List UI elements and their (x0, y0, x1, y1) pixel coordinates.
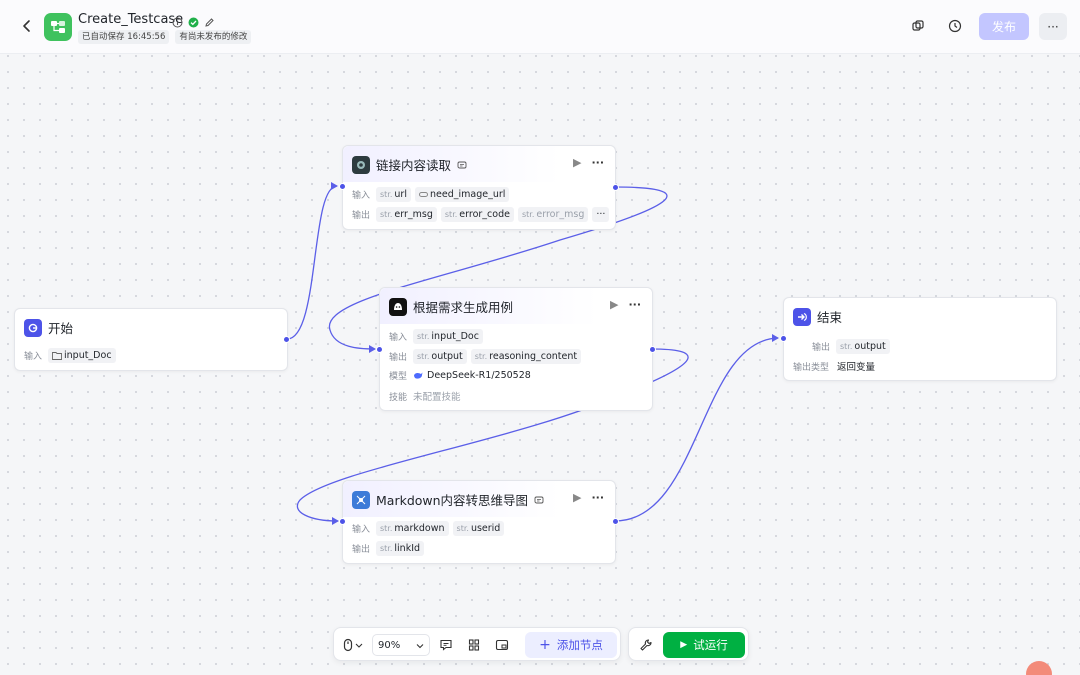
toggle-icon (418, 192, 428, 197)
unpublished-tag: 有尚未发布的修改 (175, 30, 252, 44)
output-variable: str. reasoning_content (470, 349, 582, 364)
chevron-down-icon[interactable] (354, 637, 364, 653)
minimap-icon[interactable] (494, 637, 510, 653)
canvas-toolbar: 90% + 添加节点 (333, 627, 621, 661)
chevron-down-icon (416, 644, 424, 649)
node-more-icon[interactable]: ··· (628, 298, 641, 311)
folder-icon (52, 352, 62, 360)
test-run-button[interactable]: ▶ 试运行 (663, 632, 745, 658)
publish-button[interactable]: 发布 (979, 13, 1029, 40)
info-icon[interactable] (172, 13, 183, 28)
model-name: DeepSeek-R1/250528 (427, 370, 531, 381)
plugin-badge-icon (457, 161, 467, 168)
run-node-icon[interactable]: ▶ (610, 298, 618, 311)
layout-grid-icon[interactable] (466, 637, 482, 653)
output-port[interactable] (649, 346, 656, 353)
skill-value: 未配置技能 (413, 392, 461, 403)
edge-start-to-link (286, 185, 338, 340)
output-variable: str. output (413, 349, 467, 364)
plus-icon: + (539, 637, 551, 653)
node-title: Markdown内容转思维导图 (376, 493, 529, 508)
run-node-icon[interactable]: ▶ (573, 491, 581, 504)
plugin-badge-icon (534, 496, 544, 503)
more-options-button[interactable]: ··· (1039, 13, 1067, 40)
input-variable: need_image_url (414, 187, 510, 202)
workflow-title: Create_Testcase (78, 12, 184, 27)
output-variable: str. error_code (440, 207, 514, 222)
input-variable: input_Doc (48, 348, 116, 363)
node-title: 根据需求生成用例 (413, 300, 514, 315)
input-variable: str. input_Doc (413, 329, 483, 344)
node-markdown-mindmap[interactable]: Markdown内容转思维导图 ▶ ··· 输入 str. markdown st… (339, 480, 619, 564)
output-port[interactable] (283, 336, 290, 343)
input-port[interactable] (339, 183, 346, 190)
input-port[interactable] (376, 346, 383, 353)
mindmap-plugin-icon (352, 490, 370, 509)
more-outputs[interactable]: ··· (592, 207, 610, 222)
history-icon[interactable] (947, 18, 963, 34)
autosave-tag: 已自动保存 16:45:56 (78, 30, 170, 44)
output-variable: str. err_msg (376, 207, 437, 222)
assistant-avatar[interactable] (1026, 661, 1052, 675)
node-title: 链接内容读取 (376, 158, 452, 173)
title-icons (172, 13, 215, 28)
node-more-icon[interactable]: ··· (591, 156, 604, 169)
zoom-select[interactable]: 90% (372, 634, 430, 656)
start-icon (24, 318, 42, 337)
play-icon: ▶ (680, 640, 688, 650)
output-port[interactable] (612, 518, 619, 525)
node-more-icon[interactable]: ··· (591, 491, 604, 504)
link-reader-plugin-icon (352, 155, 370, 174)
comment-icon[interactable] (438, 637, 454, 653)
output-variable: str. linkId (376, 541, 425, 556)
input-label: 输入 (24, 352, 43, 362)
output-port[interactable] (612, 184, 619, 191)
top-bar: Create_Testcase 已自动保存 16:45:56 有尚未发布的修改 … (0, 0, 1080, 54)
end-icon (793, 307, 811, 326)
back-arrow-icon[interactable] (18, 17, 36, 35)
copy-icon[interactable] (910, 18, 926, 34)
wrench-icon[interactable] (638, 637, 654, 653)
node-link-reader[interactable]: 链接内容读取 ▶ ··· 输入 str. url need_image_url 输… (339, 145, 619, 230)
workflow-app-icon (44, 13, 72, 41)
output-variable: str. output (836, 339, 890, 354)
input-variable: str. userid (452, 521, 505, 536)
input-variable: str. url (376, 187, 411, 202)
node-generate-testcase[interactable]: 根据需求生成用例 ▶ ··· 输入 str. input_Doc 输出 str. o… (376, 287, 656, 411)
node-end[interactable]: 结束 输出 str. output 输出类型 返回变量 (780, 297, 1057, 381)
node-title: 结束 (817, 310, 843, 325)
run-toolbar: ▶ 试运行 (628, 627, 749, 661)
edit-icon[interactable] (204, 13, 215, 27)
node-title: 开始 (48, 321, 74, 336)
deepseek-whale-icon (414, 372, 423, 379)
input-port[interactable] (339, 518, 346, 525)
verified-check-icon (188, 13, 199, 28)
llm-icon (389, 297, 407, 316)
add-node-button[interactable]: + 添加节点 (525, 632, 617, 658)
input-variable: str. markdown (376, 521, 449, 536)
run-node-icon[interactable]: ▶ (573, 156, 581, 169)
input-port[interactable] (780, 335, 787, 342)
status-tags: 已自动保存 16:45:56 有尚未发布的修改 (78, 30, 252, 44)
output-type-value: 返回变量 (837, 362, 876, 373)
output-variable: str. error_msg (517, 207, 589, 222)
node-start[interactable]: 开始 输入 input_Doc (14, 308, 290, 371)
